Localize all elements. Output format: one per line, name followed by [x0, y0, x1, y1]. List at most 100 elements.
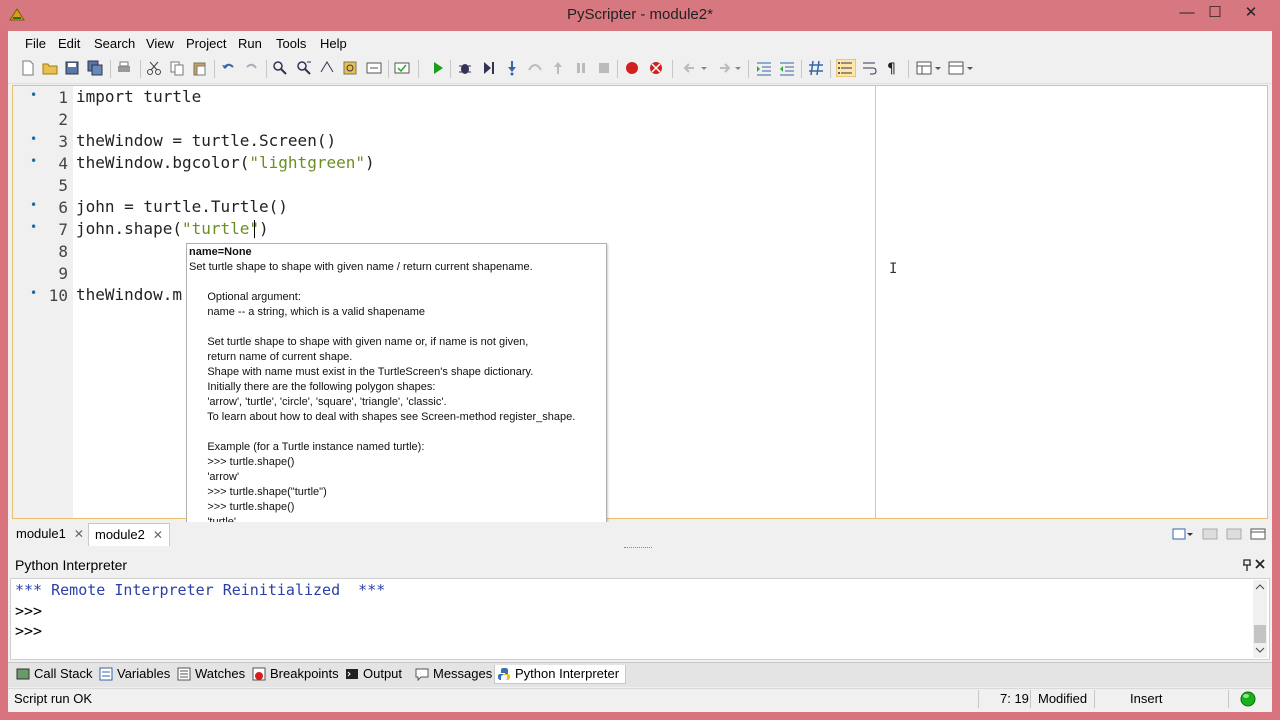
close-tab-icon[interactable]: ✕ — [74, 527, 84, 541]
show-special-chars-icon[interactable]: ¶ — [884, 60, 900, 76]
run-icon[interactable] — [430, 60, 446, 76]
menu-run[interactable]: Run — [238, 36, 262, 51]
paste-icon[interactable] — [192, 60, 208, 76]
clear-breakpoints-icon[interactable] — [648, 60, 664, 76]
debug-icon[interactable] — [457, 60, 473, 76]
code-line[interactable]: john = turtle.Turtle() — [76, 197, 288, 216]
interpreter-prompt[interactable]: >>> — [15, 622, 42, 640]
find-in-files-icon[interactable] — [342, 60, 358, 76]
menu-tools[interactable]: Tools — [276, 36, 306, 51]
run-to-cursor-icon[interactable] — [481, 60, 497, 76]
toolbar-separator — [830, 60, 831, 78]
tab-layout-icon — [1202, 528, 1218, 540]
code-line[interactable]: import turtle — [76, 87, 201, 106]
chevron-down-icon[interactable] — [934, 60, 942, 76]
toolbar-separator — [214, 60, 215, 78]
tab-list-icon[interactable] — [1172, 526, 1194, 542]
menu-view[interactable]: View — [146, 36, 174, 51]
code-token: john.shape( — [76, 219, 182, 238]
scroll-down-icon[interactable] — [1255, 646, 1265, 654]
code-line[interactable]: theWindow = turtle.Screen() — [76, 131, 336, 150]
tab-module1[interactable]: module1 ✕ — [10, 523, 90, 545]
tab-breakpoints[interactable]: Breakpoints — [250, 665, 339, 683]
line-numbers-icon[interactable] — [836, 59, 856, 77]
maximize-button[interactable]: ☐ — [1199, 2, 1231, 24]
menu-search[interactable]: Search — [94, 36, 135, 51]
new-file-icon[interactable] — [20, 60, 36, 76]
menu-edit[interactable]: Edit — [58, 36, 80, 51]
dedent-icon[interactable] — [779, 60, 795, 76]
tab-layout-icon[interactable] — [1250, 526, 1266, 542]
menu-file[interactable]: File — [25, 36, 46, 51]
cut-icon[interactable] — [146, 60, 162, 76]
executable-line-marker: • — [30, 154, 38, 168]
print-icon[interactable] — [116, 60, 132, 76]
calltip-popup: name=None Set turtle shape to shape with… — [186, 243, 607, 533]
tab-label: Messages — [433, 666, 493, 681]
back-arrow-icon — [683, 63, 694, 73]
copy-icon[interactable] — [169, 60, 185, 76]
status-separator — [1228, 690, 1229, 708]
menu-help[interactable]: Help — [320, 36, 347, 51]
close-panel-icon[interactable] — [1255, 559, 1265, 569]
save-all-icon[interactable] — [87, 60, 103, 76]
save-icon[interactable] — [64, 60, 80, 76]
tab-module2[interactable]: module2 ✕ — [88, 523, 170, 546]
tab-label: Python Interpreter — [515, 666, 620, 681]
redo-icon[interactable] — [244, 60, 260, 76]
pin-icon[interactable] — [1242, 559, 1252, 571]
scroll-up-icon[interactable] — [1255, 583, 1265, 591]
indent-icon[interactable] — [756, 60, 772, 76]
step-into-icon[interactable] — [504, 60, 520, 76]
line-number-label: 3 — [58, 132, 68, 151]
tab-variables[interactable]: Variables — [97, 665, 170, 683]
messages-icon — [415, 668, 429, 681]
code-line[interactable]: theWindow.m — [76, 285, 182, 304]
toolbar-separator — [110, 60, 111, 78]
line-number-label: 8 — [58, 242, 68, 261]
layouts-icon[interactable] — [916, 60, 932, 76]
code-line[interactable]: john.shape("turtle") — [76, 219, 269, 238]
undo-icon[interactable] — [220, 60, 236, 76]
forward-arrow-icon — [720, 63, 731, 73]
tab-messages[interactable]: Messages — [413, 665, 492, 683]
chevron-down-icon[interactable] — [700, 60, 708, 76]
find-next-icon[interactable] — [296, 60, 312, 76]
replace-icon[interactable] — [319, 60, 335, 76]
comment-icon[interactable] — [808, 60, 824, 76]
syntax-check-icon[interactable] — [394, 60, 410, 76]
status-separator — [978, 690, 979, 708]
chevron-down-icon[interactable] — [734, 60, 742, 76]
chevron-down-icon[interactable] — [966, 60, 974, 76]
view-split-icon[interactable] — [948, 60, 964, 76]
toolbar-separator — [908, 60, 909, 78]
tab-watches[interactable]: Watches — [175, 665, 245, 683]
watches-icon — [177, 667, 191, 681]
goto-line-icon[interactable] — [366, 60, 382, 76]
tab-python-interpreter[interactable]: Python Interpreter — [494, 665, 627, 684]
find-icon[interactable] — [272, 60, 288, 76]
tab-call-stack[interactable]: Call Stack — [14, 665, 93, 683]
mouse-ibeam-cursor: I — [889, 261, 898, 277]
line-number-label: 9 — [58, 264, 68, 283]
open-folder-icon[interactable] — [42, 60, 58, 76]
abort-icon — [599, 63, 609, 73]
close-window-button[interactable]: ✕ — [1235, 2, 1267, 24]
line-number-label: 1 — [58, 88, 68, 107]
toggle-breakpoint-icon[interactable] — [624, 60, 640, 76]
output-icon — [346, 669, 358, 679]
modified-indicator: Modified — [1038, 691, 1088, 706]
splitter-grip[interactable] — [624, 547, 652, 551]
toolbar-separator — [140, 60, 141, 78]
word-wrap-icon[interactable] — [862, 60, 878, 76]
toolbar-separator — [672, 60, 673, 78]
tab-output[interactable]: Output — [343, 665, 402, 683]
line-number-label: 4 — [58, 154, 68, 173]
scrollbar-thumb[interactable] — [1254, 625, 1266, 643]
code-token: ) — [259, 219, 269, 238]
close-tab-icon[interactable]: ✕ — [153, 528, 163, 542]
editor-tab-strip — [8, 522, 1272, 546]
code-line[interactable]: theWindow.bgcolor("lightgreen") — [76, 153, 375, 172]
menu-project[interactable]: Project — [186, 36, 226, 51]
insert-mode-indicator: Insert — [1130, 691, 1163, 706]
